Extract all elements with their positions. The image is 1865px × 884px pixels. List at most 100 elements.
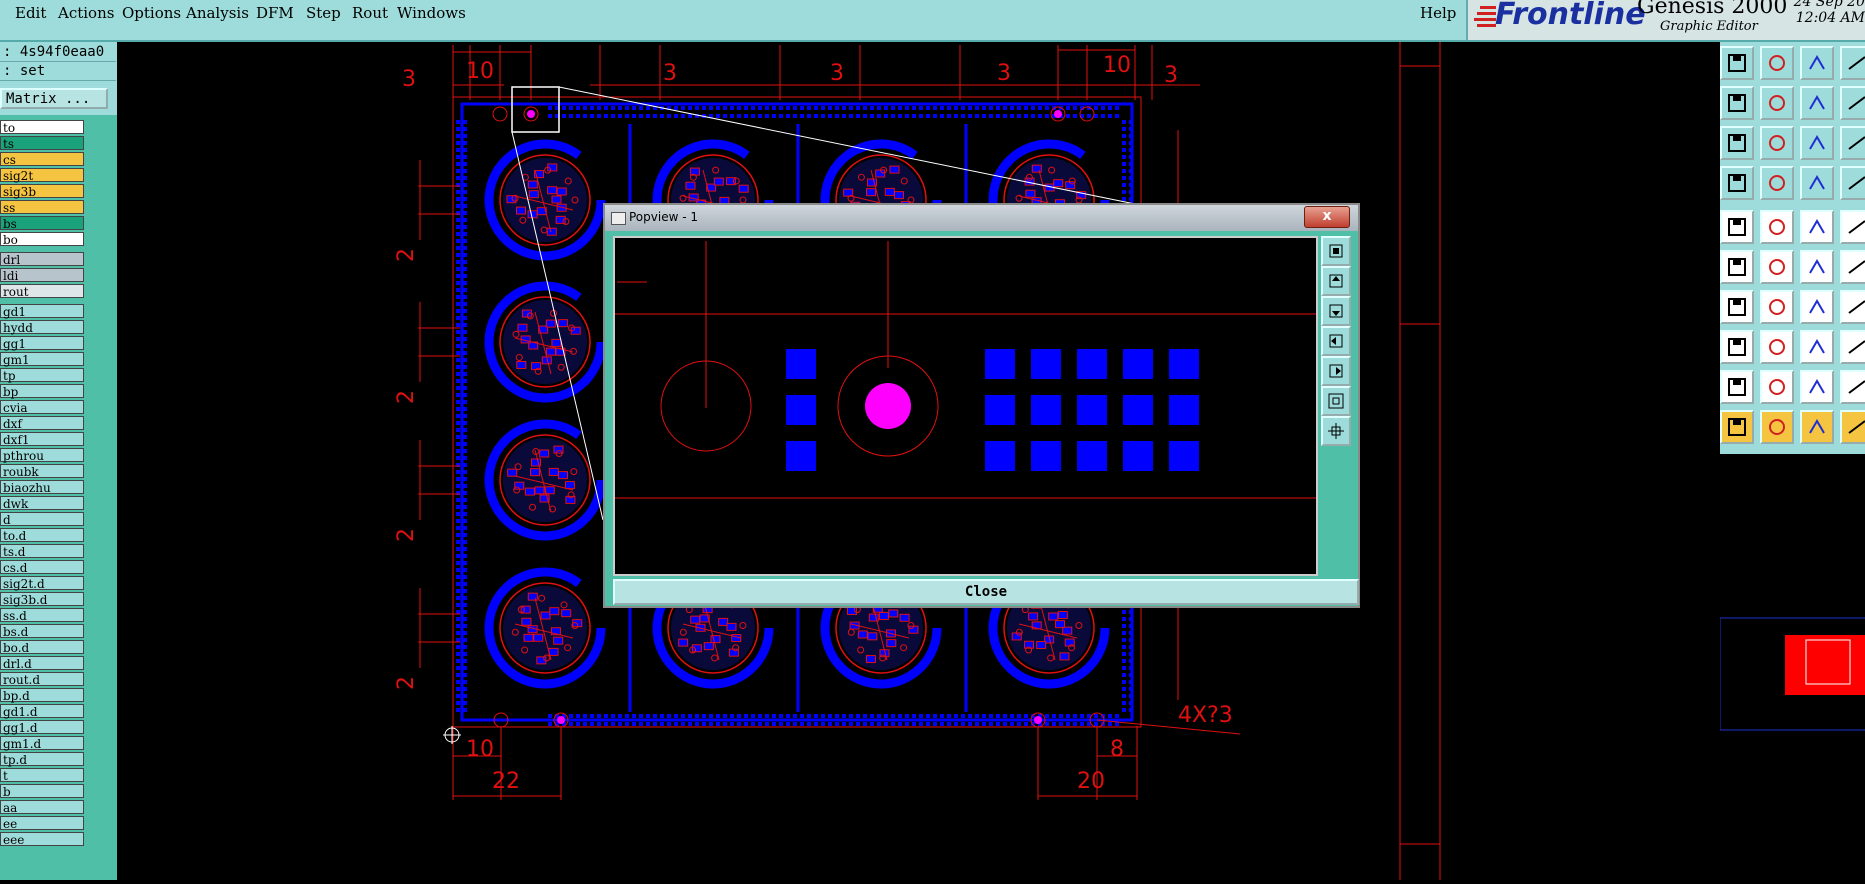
move-icon[interactable] xyxy=(1840,410,1865,444)
layer-item[interactable]: dxf1 xyxy=(0,432,84,447)
menu-windows[interactable]: Windows xyxy=(397,4,466,22)
menu-dfm[interactable]: DFM xyxy=(256,4,294,22)
arc-icon[interactable] xyxy=(1840,250,1865,284)
delete-line-icon[interactable] xyxy=(1760,330,1794,364)
layer-item[interactable]: ss.d xyxy=(0,608,84,623)
fit-icon[interactable] xyxy=(1720,126,1754,160)
layer-item[interactable]: gg1.d xyxy=(0,720,84,735)
layer-item[interactable]: drl.d xyxy=(0,656,84,671)
layer-item[interactable]: sig2t xyxy=(0,168,84,183)
layer-item[interactable]: bs.d xyxy=(0,624,84,639)
layer-item[interactable]: bo xyxy=(0,232,84,247)
popview-right-icon[interactable] xyxy=(1321,356,1351,386)
window-icon[interactable] xyxy=(1840,46,1865,80)
scale-icon[interactable] xyxy=(1800,126,1834,160)
copy-icon[interactable] xyxy=(1840,330,1865,364)
home-icon[interactable] xyxy=(1800,46,1834,80)
layer-item[interactable]: sig3b xyxy=(0,184,84,199)
layer-item[interactable]: tp xyxy=(0,368,84,383)
triangle-icon[interactable] xyxy=(1720,370,1754,404)
curve-icon[interactable] xyxy=(1800,290,1834,324)
popview-fit-icon[interactable] xyxy=(1321,236,1351,266)
layer-item[interactable]: gd1 xyxy=(0,304,84,319)
popview-left-icon[interactable] xyxy=(1321,326,1351,356)
layer-item[interactable]: d xyxy=(0,512,84,527)
layer-item[interactable]: ee xyxy=(0,816,84,831)
menu-rout[interactable]: Rout xyxy=(352,4,388,22)
cross-icon[interactable] xyxy=(1760,250,1794,284)
menu-help[interactable]: Help xyxy=(1420,4,1456,22)
popview-up-icon[interactable] xyxy=(1321,266,1351,296)
layer-item[interactable]: to xyxy=(0,120,84,135)
layer-item[interactable]: biaozhu xyxy=(0,480,84,495)
layer-item[interactable]: bp xyxy=(0,384,84,399)
draw-line-icon[interactable] xyxy=(1720,290,1754,324)
layer-item[interactable]: bo.d xyxy=(0,640,84,655)
select-icon[interactable] xyxy=(1720,410,1754,444)
popview-zoom-in-icon[interactable] xyxy=(1321,416,1351,446)
layer-item[interactable]: rout.d xyxy=(0,672,84,687)
pad-icon[interactable] xyxy=(1840,210,1865,244)
layer-item[interactable]: eee xyxy=(0,832,84,847)
menu-step[interactable]: Step xyxy=(306,4,341,22)
split-icon[interactable] xyxy=(1840,290,1865,324)
angle-line-icon[interactable] xyxy=(1760,290,1794,324)
popview-titlebar[interactable]: Popview - 1 x xyxy=(605,205,1358,231)
ruler-icon[interactable] xyxy=(1800,210,1834,244)
layer-item[interactable]: bs xyxy=(0,216,84,231)
net-icon[interactable] xyxy=(1720,330,1754,364)
help-icon[interactable] xyxy=(1840,86,1865,120)
layer-item[interactable]: ts.d xyxy=(0,544,84,559)
pointer-icon[interactable] xyxy=(1760,410,1794,444)
arch-icon[interactable] xyxy=(1800,370,1834,404)
layer-item[interactable]: sig3b.d xyxy=(0,592,84,607)
layer-item[interactable]: cs xyxy=(0,152,84,167)
layer-item[interactable]: pthrou xyxy=(0,448,84,463)
node-icon[interactable] xyxy=(1720,250,1754,284)
popview-down-icon[interactable] xyxy=(1321,296,1351,326)
layer-item[interactable]: cs.d xyxy=(0,560,84,575)
menu-actions[interactable]: Actions xyxy=(58,4,114,22)
layer-item[interactable]: rout xyxy=(0,284,84,299)
layer-item[interactable]: roubk xyxy=(0,464,84,479)
undo-icon[interactable] xyxy=(1800,86,1834,120)
layer-item[interactable]: dxf xyxy=(0,416,84,431)
layer-item[interactable]: bp.d xyxy=(0,688,84,703)
layer-item[interactable]: b xyxy=(0,784,84,799)
layer-item[interactable]: gg1 xyxy=(0,336,84,351)
line-icon[interactable] xyxy=(1760,210,1794,244)
stair-icon[interactable] xyxy=(1840,370,1865,404)
layer-item[interactable]: dwk xyxy=(0,496,84,511)
drill-icon[interactable] xyxy=(1720,210,1754,244)
connect-icon[interactable] xyxy=(1800,166,1834,200)
query-icon[interactable] xyxy=(1840,126,1865,160)
peak-icon[interactable] xyxy=(1760,370,1794,404)
pan-icon[interactable] xyxy=(1760,126,1794,160)
layer-item[interactable]: hydd xyxy=(0,320,84,335)
popview-zoom-out-icon[interactable] xyxy=(1321,386,1351,416)
layer-item[interactable]: cvia xyxy=(0,400,84,415)
layer-item[interactable]: t xyxy=(0,768,84,783)
import-icon[interactable] xyxy=(1720,86,1754,120)
layer-item[interactable]: to.d xyxy=(0,528,84,543)
route-icon[interactable] xyxy=(1840,166,1865,200)
menu-options[interactable]: Options xyxy=(122,4,181,22)
layer-item[interactable]: gd1.d xyxy=(0,704,84,719)
probe-icon[interactable] xyxy=(1800,250,1834,284)
open-icon[interactable] xyxy=(1760,46,1794,80)
measure-icon[interactable] xyxy=(1720,166,1754,200)
popview-canvas[interactable] xyxy=(613,236,1318,576)
layer-item[interactable]: ldi xyxy=(0,268,84,283)
menu-analysis[interactable]: Analysis xyxy=(186,4,249,22)
matrix-button[interactable]: Matrix ... xyxy=(0,88,108,109)
export-icon[interactable] xyxy=(1760,86,1794,120)
snap-icon[interactable] xyxy=(1760,166,1794,200)
layer-item[interactable]: ss xyxy=(0,200,84,215)
lasso-icon[interactable] xyxy=(1800,410,1834,444)
layer-item[interactable]: aa xyxy=(0,800,84,815)
layer-item[interactable]: sig2t.d xyxy=(0,576,84,591)
close-button[interactable]: Close xyxy=(613,579,1359,605)
layer-item[interactable]: ts xyxy=(0,136,84,151)
bridge-icon[interactable] xyxy=(1800,330,1834,364)
layer-item[interactable]: gm1 xyxy=(0,352,84,367)
